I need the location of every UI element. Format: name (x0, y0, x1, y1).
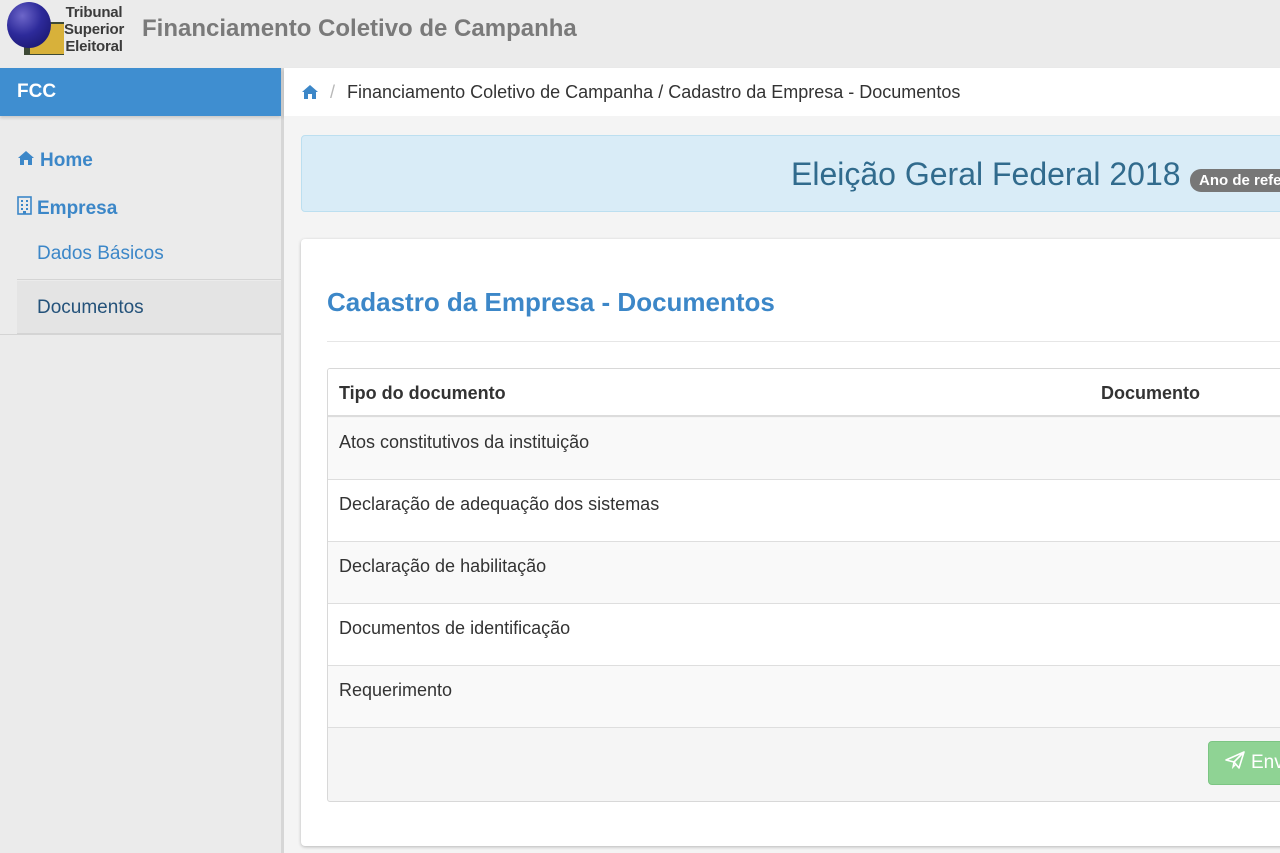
app-title: Financiamento Coletivo de Campanha (142, 15, 577, 42)
sidebar-item-empresa[interactable]: Empresa (0, 196, 117, 221)
documents-panel: Cadastro da Empresa - Documentos Tipo do… (301, 239, 1280, 846)
sidebar: FCC Home Empresa Dados Básicos Documento… (0, 68, 284, 853)
sidebar-item-empresa-label: Empresa (37, 197, 118, 219)
reference-year-badge: Ano de refe (1190, 169, 1280, 192)
page-title: Cadastro da Empresa - Documentos (327, 287, 775, 317)
sidebar-item-home[interactable]: Home (0, 150, 93, 172)
logo-text: Tribunal Superior Eleitoral (64, 4, 125, 55)
document-type-cell: Requerimento (339, 680, 453, 700)
title-divider (327, 341, 1280, 342)
sidebar-item-home-label: Home (40, 150, 93, 171)
table-row: Requerimento (328, 666, 1280, 728)
breadcrumb: / Financiamento Coletivo de Campanha / C… (284, 68, 1280, 116)
tse-logo[interactable]: Tribunal Superior Eleitoral (4, 2, 134, 58)
send-button[interactable]: Env (1208, 741, 1280, 785)
document-type-cell: Declaração de adequação dos sistemas (339, 494, 660, 514)
breadcrumb-path: Financiamento Coletivo de Campanha / Cad… (347, 81, 961, 102)
sidebar-item-dados-basicos[interactable]: Dados Básicos (17, 227, 281, 280)
send-button-label: Env (1251, 752, 1280, 773)
breadcrumb-home-icon[interactable] (301, 84, 319, 100)
table-row: Documentos de identificação (328, 604, 1280, 666)
top-header: Tribunal Superior Eleitoral Financiament… (0, 0, 1280, 68)
table-header: Tipo do documento Documento (328, 369, 1280, 417)
document-type-cell: Atos constitutivos da instituição (339, 432, 590, 452)
breadcrumb-separator: / (330, 81, 336, 102)
table-row: Declaração de adequação dos sistemas (328, 480, 1280, 542)
column-header-documento: Documento (1101, 383, 1200, 403)
home-icon (17, 150, 35, 172)
sidebar-divider (0, 334, 281, 335)
table-row: Declaração de habilitação (328, 542, 1280, 604)
table-row: Atos constitutivos da instituição (328, 418, 1280, 480)
election-title: Eleição Geral Federal 2018 (791, 156, 1181, 192)
document-type-cell: Documentos de identificação (339, 618, 571, 638)
column-header-tipo: Tipo do documento (339, 383, 506, 403)
globe-icon (7, 2, 51, 48)
sidebar-title[interactable]: FCC (0, 68, 281, 116)
sidebar-item-documentos[interactable]: Documentos (17, 281, 281, 334)
building-icon (17, 196, 32, 221)
main-content: Eleição Geral Federal 2018 Ano de refe C… (284, 116, 1280, 853)
election-banner: Eleição Geral Federal 2018 Ano de refe (301, 135, 1280, 212)
document-type-cell: Declaração de habilitação (339, 556, 547, 576)
paper-plane-icon (1225, 751, 1245, 775)
documents-table: Tipo do documento Documento Atos constit… (327, 368, 1280, 802)
